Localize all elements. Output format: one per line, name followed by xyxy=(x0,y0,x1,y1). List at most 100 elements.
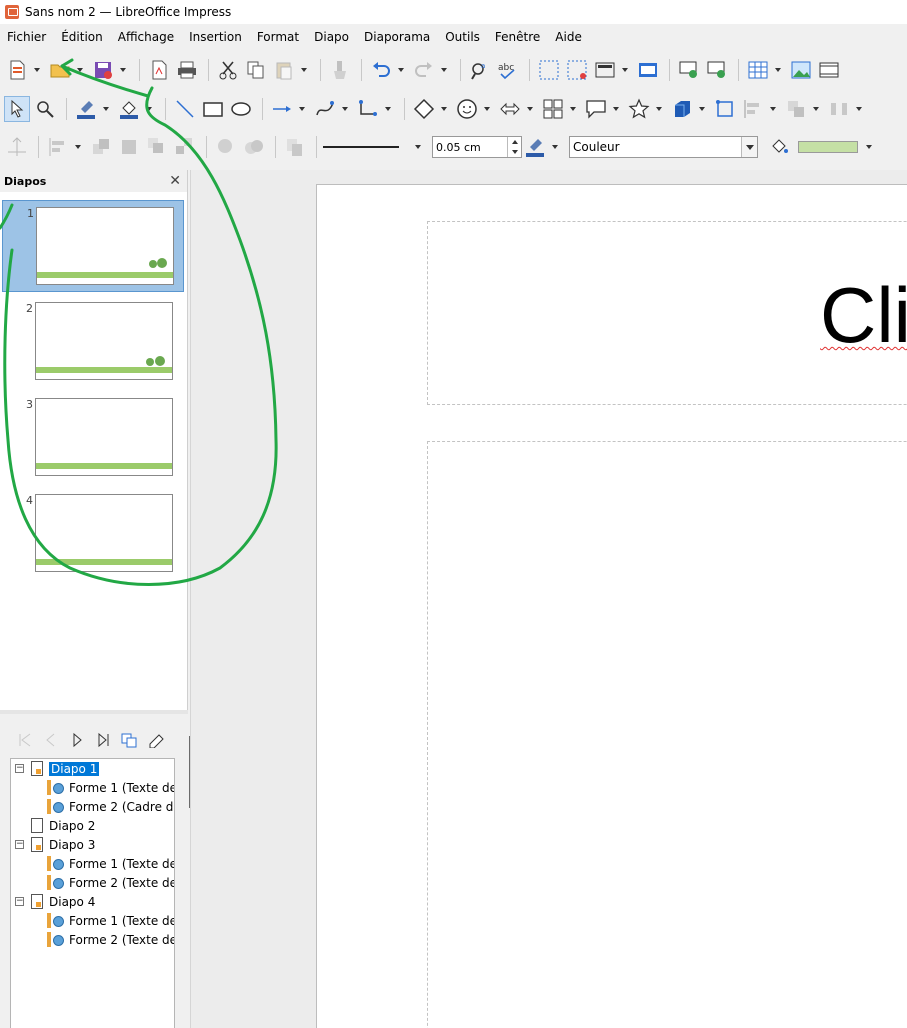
paste-icon[interactable] xyxy=(271,57,297,83)
table-dropdown-icon[interactable] xyxy=(773,57,782,83)
tree-item-shape[interactable]: Forme 2 (Texte de p xyxy=(11,930,174,949)
fill-bucket-icon[interactable] xyxy=(766,134,792,160)
start-from-first-icon[interactable] xyxy=(676,57,702,83)
3d-dropdown-icon[interactable] xyxy=(697,96,706,122)
fill-color-icon[interactable] xyxy=(116,96,142,122)
next-slide-icon[interactable] xyxy=(66,729,88,751)
slide-thumbnail-2[interactable]: 2 xyxy=(2,296,184,388)
helplines-icon[interactable] xyxy=(564,57,590,83)
stars-dropdown-icon[interactable] xyxy=(654,96,663,122)
menu-aide[interactable]: Aide xyxy=(555,30,582,44)
tree-item-diapo-4[interactable]: − Diapo 4 xyxy=(11,892,174,911)
open-folder-icon[interactable] xyxy=(47,57,73,83)
undo-icon[interactable] xyxy=(368,57,394,83)
line-style-dropdown-icon[interactable] xyxy=(413,134,422,160)
block-arrows-icon[interactable] xyxy=(497,96,523,122)
new-dropdown-icon[interactable] xyxy=(32,57,41,83)
slide-thumbnail-3[interactable]: 3 xyxy=(2,392,184,484)
save-dropdown-icon[interactable] xyxy=(118,57,127,83)
display-views-icon[interactable] xyxy=(635,57,661,83)
content-placeholder[interactable] xyxy=(427,441,907,1028)
align-left-icon[interactable] xyxy=(45,134,71,160)
send-to-back-icon[interactable] xyxy=(172,134,198,160)
position-size-icon[interactable] xyxy=(4,134,30,160)
undo-dropdown-icon[interactable] xyxy=(396,57,405,83)
title-placeholder[interactable]: Cli xyxy=(427,221,907,405)
tree-item-diapo-3[interactable]: − Diapo 3 xyxy=(11,835,174,854)
fill-color-dropdown-icon[interactable] xyxy=(144,96,153,122)
line-color-dropdown-icon[interactable] xyxy=(550,134,559,160)
line-style-selector[interactable] xyxy=(323,136,413,158)
copy-icon[interactable] xyxy=(243,57,269,83)
fill-color-dropdown-icon[interactable] xyxy=(864,134,873,160)
insert-video-icon[interactable] xyxy=(816,57,842,83)
ellipse-icon[interactable] xyxy=(228,96,254,122)
menu-affichage[interactable]: Affichage xyxy=(118,30,174,44)
tree-item-shape[interactable]: Forme 1 (Texte de t xyxy=(11,778,174,797)
new-document-icon[interactable] xyxy=(4,57,30,83)
menu-fenetre[interactable]: Fenêtre xyxy=(495,30,540,44)
tree-item-shape[interactable]: Forme 1 (Texte de t xyxy=(11,854,174,873)
layout-dropdown-icon[interactable] xyxy=(620,57,629,83)
symbol-shapes-icon[interactable] xyxy=(454,96,480,122)
connectors-dropdown-icon[interactable] xyxy=(383,96,392,122)
tree-item-shape[interactable]: Forme 1 (Texte de t xyxy=(11,911,174,930)
transform-icon[interactable] xyxy=(282,134,308,160)
line-width-field[interactable]: 0.05 cm xyxy=(432,136,522,158)
block-arrows-dropdown-icon[interactable] xyxy=(525,96,534,122)
crop-icon[interactable] xyxy=(241,134,267,160)
slide-layout-icon[interactable] xyxy=(592,57,618,83)
find-replace-icon[interactable]: a xyxy=(467,57,493,83)
lines-arrows-dropdown-icon[interactable] xyxy=(297,96,306,122)
menu-diapo[interactable]: Diapo xyxy=(314,30,349,44)
menu-format[interactable]: Format xyxy=(257,30,299,44)
slide-thumbnail-1[interactable]: 1 xyxy=(2,200,184,292)
lines-arrows-icon[interactable] xyxy=(269,96,295,122)
symbol-shapes-dropdown-icon[interactable] xyxy=(482,96,491,122)
shadow-icon[interactable] xyxy=(213,134,239,160)
align-dropdown-icon[interactable] xyxy=(768,96,777,122)
menu-fichier[interactable]: Fichier xyxy=(7,30,46,44)
display-grid-icon[interactable] xyxy=(536,57,562,83)
line-color-icon[interactable] xyxy=(522,134,548,160)
curves-polygons-icon[interactable] xyxy=(312,96,338,122)
fill-color-swatch[interactable] xyxy=(798,141,858,153)
rotate-icon[interactable] xyxy=(712,96,738,122)
align-left-dropdown-icon[interactable] xyxy=(73,134,82,160)
tree-item-diapo-1[interactable]: − Diapo 1 xyxy=(11,759,174,778)
line-color-icon[interactable] xyxy=(73,96,99,122)
slide-edit-area[interactable]: Cli xyxy=(190,170,907,1028)
curves-dropdown-icon[interactable] xyxy=(340,96,349,122)
zoom-pan-icon[interactable] xyxy=(32,96,58,122)
line-width-stepper[interactable] xyxy=(507,137,521,157)
last-slide-icon[interactable] xyxy=(92,729,114,751)
redo-icon[interactable] xyxy=(411,57,437,83)
bring-forward-icon[interactable] xyxy=(88,134,114,160)
flowchart-dropdown-icon[interactable] xyxy=(568,96,577,122)
save-icon[interactable] xyxy=(90,57,116,83)
area-style-select[interactable]: Couleur xyxy=(569,136,758,158)
callouts-icon[interactable] xyxy=(583,96,609,122)
paste-dropdown-icon[interactable] xyxy=(299,57,308,83)
slide-thumbnail-4[interactable]: 4 xyxy=(2,488,184,580)
arrange-icon[interactable] xyxy=(783,96,809,122)
menu-insertion[interactable]: Insertion xyxy=(189,30,242,44)
first-slide-icon[interactable] xyxy=(14,729,36,751)
callouts-dropdown-icon[interactable] xyxy=(611,96,620,122)
distribute-icon[interactable] xyxy=(826,96,852,122)
clone-formatting-icon[interactable] xyxy=(327,57,353,83)
tree-item-shape[interactable]: Forme 2 (Cadre de t xyxy=(11,797,174,816)
basic-shapes-dropdown-icon[interactable] xyxy=(439,96,448,122)
previous-slide-icon[interactable] xyxy=(40,729,62,751)
3d-objects-icon[interactable] xyxy=(669,96,695,122)
menu-edition[interactable]: Édition xyxy=(61,30,103,44)
basic-shapes-icon[interactable] xyxy=(411,96,437,122)
insert-line-icon[interactable] xyxy=(172,96,198,122)
insert-table-icon[interactable] xyxy=(745,57,771,83)
insert-image-icon[interactable] xyxy=(788,57,814,83)
export-pdf-icon[interactable] xyxy=(146,57,172,83)
stars-icon[interactable] xyxy=(626,96,652,122)
start-from-current-icon[interactable] xyxy=(704,57,730,83)
connectors-icon[interactable] xyxy=(355,96,381,122)
select-arrow-icon[interactable] xyxy=(4,96,30,122)
